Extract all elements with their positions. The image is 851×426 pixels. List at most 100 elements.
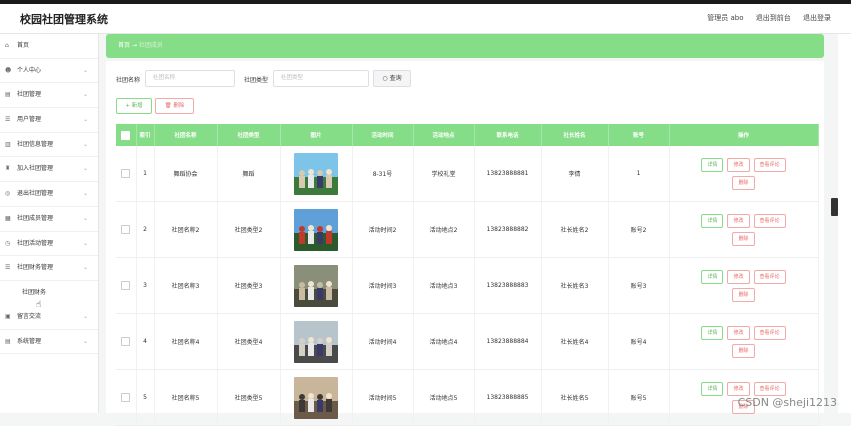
select-all-header (116, 124, 137, 146)
sidebar-item-label: 社团财务管理 (17, 264, 54, 272)
sidebar-item-system[interactable]: ▤ 系统管理 ⌄ (0, 330, 98, 355)
cell-leader-name: 社长姓名3 (541, 257, 609, 314)
view-comments-button[interactable]: 查看评论 (753, 157, 786, 172)
edit-button[interactable]: 修改 (727, 381, 750, 396)
sidebar-item-club[interactable]: ▤ 社团管理 ⌄ (0, 83, 98, 109)
detail-button[interactable]: 详情 (701, 213, 724, 228)
row-checkbox[interactable] (121, 225, 131, 234)
photo-group-2 (294, 208, 338, 251)
sidebar-item-finance[interactable]: ☰ 社团财务管理 ⌄ (0, 256, 98, 281)
back-to-front-link[interactable]: 退出到前台 (756, 14, 791, 22)
row-checkbox[interactable] (121, 393, 131, 402)
grid-icon: ▦ (5, 214, 11, 222)
clock-icon: ◷ (5, 239, 11, 247)
edit-button[interactable]: 修改 (727, 325, 750, 340)
content-panel: 社团名称 社团名称 社团类型 社团类型 ○ 查询 + 新增 🗑 删除 索引 社团名… (106, 61, 824, 426)
cell-club-name: 社团名称5 (154, 369, 218, 426)
row-actions: 详情 修改 查看评论删除 (670, 212, 818, 248)
cell-club-type: 社团类型3 (217, 257, 281, 314)
breadcrumb-current: 社团成员 (138, 42, 163, 49)
query-button[interactable]: ○ 查询 (373, 70, 411, 87)
delete-button[interactable]: 删除 (732, 175, 755, 190)
row-checkbox[interactable] (121, 169, 131, 178)
edit-button[interactable]: 修改 (727, 213, 750, 228)
sidebar-item-users[interactable]: ☰ 用户管理 ⌄ (0, 108, 98, 133)
column-header: 社团名称 (154, 124, 218, 146)
detail-button[interactable]: 详情 (701, 325, 724, 340)
select-all-checkbox[interactable] (121, 130, 131, 140)
exit-icon: ◎ (5, 190, 11, 198)
column-header: 社团类型 (217, 124, 281, 146)
cell-club-name: 社团名称3 (154, 257, 218, 314)
cell-activity-time: 活动时间2 (352, 201, 414, 258)
sidebar-item-quit[interactable]: ◎ 退出社团管理 ⌄ (0, 182, 98, 207)
detail-button[interactable]: 详情 (701, 269, 724, 284)
cell-leader-name: 社长姓名4 (541, 313, 609, 370)
cell-phone: 13823888882 (474, 201, 542, 258)
home-icon: ⌂ (5, 42, 9, 49)
row-checkbox[interactable] (121, 337, 131, 346)
sidebar-subitem-finance[interactable]: 社团财务 ☝ (0, 281, 98, 310)
table-row: 2 社团名称2 社团类型2 活动时间2 活动地点2 13823888882 社长姓名2 账号2… (116, 201, 819, 258)
table-row: 4 社团名称4 社团类型4 活动时间4 活动地点4 13823888884 社长姓名4 账号4… (116, 313, 819, 370)
photo-group-5 (294, 376, 338, 419)
club-type-label: 社团类型 (244, 77, 269, 84)
sidebar-item-label: 社团管理 (17, 91, 42, 99)
row-checkbox[interactable] (121, 281, 131, 290)
app-header: 校园社团管理系统 管理员 abo 退出到前台 退出登录 (0, 4, 851, 34)
cell-activity-place: 学校礼堂 (413, 146, 475, 202)
edit-button[interactable]: 修改 (727, 269, 750, 284)
view-comments-button[interactable]: 查看评论 (753, 269, 786, 284)
cell-leader-name: 社长姓名5 (541, 369, 609, 426)
cell-club-type: 社团类型2 (217, 201, 281, 258)
cell-leader-name: 社长姓名2 (541, 201, 609, 258)
delete-button[interactable]: 删除 (732, 343, 755, 358)
logout-link[interactable]: 退出登录 (803, 14, 831, 22)
scrollbar-thumb[interactable] (831, 198, 838, 216)
club-name-label: 社团名称 (116, 77, 141, 84)
sidebar-item-profile[interactable]: ☻ 个人中心 ⌄ (0, 59, 98, 84)
cell-activity-time: 活动时间4 (352, 313, 414, 370)
breadcrumb-home[interactable]: 首页 (118, 42, 130, 49)
chevron-down-icon: ⌄ (82, 91, 88, 99)
cell-index: 1 (136, 146, 155, 202)
club-name-input[interactable]: 社团名称 (145, 70, 235, 87)
list-icon: ▤ (5, 91, 11, 99)
cell-image (280, 146, 353, 202)
chevron-down-icon: ⌄ (82, 190, 88, 198)
column-header: 操作 (669, 124, 819, 146)
sidebar-item-messages[interactable]: ▣ 留言交流 ⌄ (0, 305, 98, 330)
sidebar-item-activities[interactable]: ◷ 社团活动管理 ⌄ (0, 232, 98, 257)
cell-activity-place: 活动地点3 (413, 257, 475, 314)
delete-button[interactable]: 删除 (732, 231, 755, 246)
cell-club-type: 社团类型5 (217, 369, 281, 426)
view-comments-button[interactable]: 查看评论 (753, 381, 786, 396)
cell-image (280, 257, 353, 314)
add-button[interactable]: + 新增 (116, 98, 152, 114)
column-header: 活动地点 (413, 124, 475, 146)
scrollbar-track[interactable] (838, 34, 851, 413)
edit-button[interactable]: 修改 (727, 157, 750, 172)
sidebar-item-members[interactable]: ▦ 社团成员管理 ⌄ (0, 207, 98, 232)
delete-button[interactable]: 删除 (732, 287, 755, 302)
chevron-down-icon: ⌄ (82, 116, 88, 124)
sidebar-item-join[interactable]: ♜ 加入社团管理 ⌄ (0, 157, 98, 183)
sidebar-item-label: 加入社团管理 (17, 165, 54, 173)
breadcrumb-separator: → (131, 42, 137, 49)
cell-phone: 13823888883 (474, 257, 542, 314)
row-actions: 详情 修改 查看评论删除 (670, 268, 818, 304)
club-type-input[interactable]: 社团类型 (273, 70, 369, 87)
detail-button[interactable]: 详情 (701, 381, 724, 396)
chevron-down-icon: ⌄ (82, 239, 88, 247)
view-comments-button[interactable]: 查看评论 (753, 213, 786, 228)
sidebar-item-home[interactable]: ⌂ 首页 (0, 34, 98, 59)
cell-club-name: 社团名称4 (154, 313, 218, 370)
column-header: 联系电话 (474, 124, 542, 146)
batch-delete-button[interactable]: 🗑 删除 (155, 98, 194, 114)
cell-image (280, 313, 353, 370)
sidebar-item-club-info[interactable]: ▥ 社团信息管理 ⌄ (0, 133, 98, 158)
cell-actions: 详情 修改 查看评论删除 (669, 257, 819, 314)
detail-button[interactable]: 详情 (701, 157, 724, 172)
view-comments-button[interactable]: 查看评论 (753, 325, 786, 340)
menu-icon: ☰ (5, 264, 11, 272)
